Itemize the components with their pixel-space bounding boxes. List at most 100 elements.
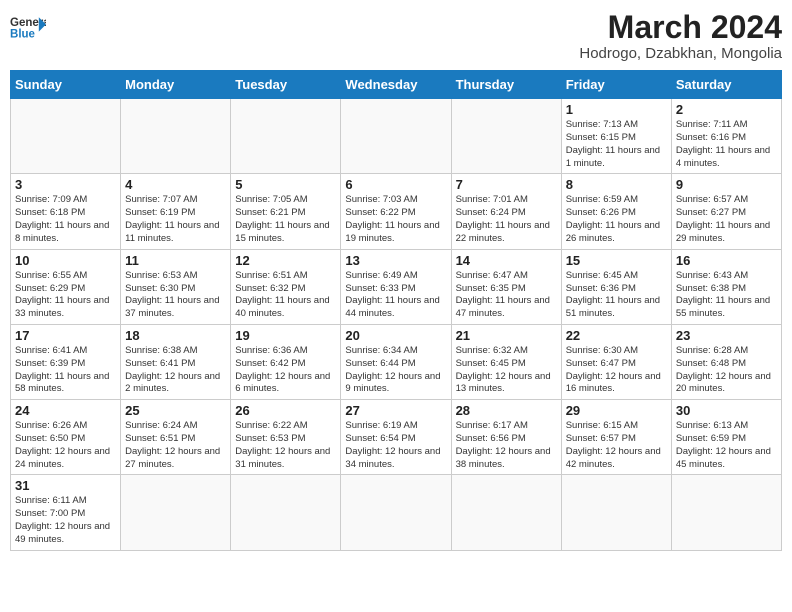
day-cell: [121, 475, 231, 550]
day-info: Sunrise: 6:22 AMSunset: 6:53 PMDaylight:…: [235, 420, 336, 471]
day-info: Sunrise: 6:51 AMSunset: 6:32 PMDaylight:…: [235, 270, 336, 321]
week-row-1: 3Sunrise: 7:09 AMSunset: 6:18 PMDaylight…: [11, 174, 782, 249]
day-cell: 29 Sunrise: 6:15 AMSunset: 6:57 PMDayligh…: [561, 400, 671, 475]
day-info: Sunrise: 7:13 AMSunset: 6:15 PMDaylight:…: [566, 119, 667, 170]
day-cell: 3Sunrise: 7:09 AMSunset: 6:18 PMDaylight…: [11, 174, 121, 249]
day-cell: 30Sunrise: 6:13 AMSunset: 6:59 PMDayligh…: [671, 400, 781, 475]
day-info: Sunrise: 6:55 AMSunset: 6:29 PMDaylight:…: [15, 270, 116, 321]
day-cell: [121, 99, 231, 174]
day-number: 8: [566, 177, 667, 192]
day-cell: 22 Sunrise: 6:30 AMSunset: 6:47 PMDayligh…: [561, 324, 671, 399]
day-cell: 16Sunrise: 6:43 AMSunset: 6:38 PMDayligh…: [671, 249, 781, 324]
day-info: Sunrise: 6:41 AMSunset: 6:39 PMDaylight:…: [15, 345, 116, 396]
calendar: SundayMondayTuesdayWednesdayThursdayFrid…: [10, 70, 782, 551]
day-info: Sunrise: 6:49 AMSunset: 6:33 PMDaylight:…: [345, 270, 446, 321]
day-cell: 20Sunrise: 6:34 AMSunset: 6:44 PMDayligh…: [341, 324, 451, 399]
day-cell: 6 Sunrise: 7:03 AMSunset: 6:22 PMDaylight…: [341, 174, 451, 249]
day-number: 23: [676, 328, 777, 343]
logo: General Blue: [10, 10, 46, 46]
week-row-0: 1 Sunrise: 7:13 AMSunset: 6:15 PMDaylight…: [11, 99, 782, 174]
day-cell: [11, 99, 121, 174]
day-number: 15: [566, 253, 667, 268]
day-header-monday: Monday: [121, 71, 231, 99]
day-number: 29: [566, 403, 667, 418]
day-cell: 8 Sunrise: 6:59 AMSunset: 6:26 PMDaylight…: [561, 174, 671, 249]
day-header-tuesday: Tuesday: [231, 71, 341, 99]
day-info: Sunrise: 7:09 AMSunset: 6:18 PMDaylight:…: [15, 194, 116, 245]
title-area: March 2024 Hodrogo, Dzabkhan, Mongolia: [579, 10, 782, 62]
day-info: Sunrise: 6:32 AMSunset: 6:45 PMDaylight:…: [456, 345, 557, 396]
day-cell: 31 Sunrise: 6:11 AMSunset: 7:00 PMDayligh…: [11, 475, 121, 550]
day-cell: 21 Sunrise: 6:32 AMSunset: 6:45 PMDayligh…: [451, 324, 561, 399]
day-cell: 1 Sunrise: 7:13 AMSunset: 6:15 PMDaylight…: [561, 99, 671, 174]
day-info: Sunrise: 6:11 AMSunset: 7:00 PMDaylight:…: [15, 495, 116, 546]
day-cell: 15 Sunrise: 6:45 AMSunset: 6:36 PMDayligh…: [561, 249, 671, 324]
day-info: Sunrise: 6:47 AMSunset: 6:35 PMDaylight:…: [456, 270, 557, 321]
day-info: Sunrise: 7:01 AMSunset: 6:24 PMDaylight:…: [456, 194, 557, 245]
day-info: Sunrise: 6:36 AMSunset: 6:42 PMDaylight:…: [235, 345, 336, 396]
day-info: Sunrise: 7:11 AMSunset: 6:16 PMDaylight:…: [676, 119, 777, 170]
day-info: Sunrise: 6:17 AMSunset: 6:56 PMDaylight:…: [456, 420, 557, 471]
day-number: 14: [456, 253, 557, 268]
day-cell: 17Sunrise: 6:41 AMSunset: 6:39 PMDayligh…: [11, 324, 121, 399]
day-number: 1: [566, 102, 667, 117]
day-number: 7: [456, 177, 557, 192]
day-number: 28: [456, 403, 557, 418]
header-row: SundayMondayTuesdayWednesdayThursdayFrid…: [11, 71, 782, 99]
day-info: Sunrise: 7:07 AMSunset: 6:19 PMDaylight:…: [125, 194, 226, 245]
day-info: Sunrise: 6:15 AMSunset: 6:57 PMDaylight:…: [566, 420, 667, 471]
day-number: 31: [15, 478, 116, 493]
day-number: 19: [235, 328, 336, 343]
day-info: Sunrise: 6:30 AMSunset: 6:47 PMDaylight:…: [566, 345, 667, 396]
day-cell: 9Sunrise: 6:57 AMSunset: 6:27 PMDaylight…: [671, 174, 781, 249]
month-title: March 2024: [579, 10, 782, 45]
day-number: 25: [125, 403, 226, 418]
day-info: Sunrise: 6:59 AMSunset: 6:26 PMDaylight:…: [566, 194, 667, 245]
day-number: 18: [125, 328, 226, 343]
day-cell: [231, 99, 341, 174]
day-cell: 13Sunrise: 6:49 AMSunset: 6:33 PMDayligh…: [341, 249, 451, 324]
day-number: 22: [566, 328, 667, 343]
day-number: 12: [235, 253, 336, 268]
header: General Blue March 2024 Hodrogo, Dzabkha…: [10, 10, 782, 62]
day-cell: 14 Sunrise: 6:47 AMSunset: 6:35 PMDayligh…: [451, 249, 561, 324]
day-info: Sunrise: 6:28 AMSunset: 6:48 PMDaylight:…: [676, 345, 777, 396]
day-info: Sunrise: 6:26 AMSunset: 6:50 PMDaylight:…: [15, 420, 116, 471]
week-row-2: 10 Sunrise: 6:55 AMSunset: 6:29 PMDayligh…: [11, 249, 782, 324]
day-info: Sunrise: 6:38 AMSunset: 6:41 PMDaylight:…: [125, 345, 226, 396]
day-number: 2: [676, 102, 777, 117]
day-cell: [341, 99, 451, 174]
day-number: 9: [676, 177, 777, 192]
day-cell: 7 Sunrise: 7:01 AMSunset: 6:24 PMDaylight…: [451, 174, 561, 249]
day-header-saturday: Saturday: [671, 71, 781, 99]
day-cell: 12 Sunrise: 6:51 AMSunset: 6:32 PMDayligh…: [231, 249, 341, 324]
day-number: 26: [235, 403, 336, 418]
day-cell: 28 Sunrise: 6:17 AMSunset: 6:56 PMDayligh…: [451, 400, 561, 475]
logo-icon: General Blue: [10, 10, 46, 46]
day-cell: [231, 475, 341, 550]
day-cell: 24Sunrise: 6:26 AMSunset: 6:50 PMDayligh…: [11, 400, 121, 475]
day-header-sunday: Sunday: [11, 71, 121, 99]
day-info: Sunrise: 6:53 AMSunset: 6:30 PMDaylight:…: [125, 270, 226, 321]
day-info: Sunrise: 7:03 AMSunset: 6:22 PMDaylight:…: [345, 194, 446, 245]
day-cell: [561, 475, 671, 550]
day-number: 6: [345, 177, 446, 192]
day-cell: 11 Sunrise: 6:53 AMSunset: 6:30 PMDayligh…: [121, 249, 231, 324]
day-number: 5: [235, 177, 336, 192]
day-info: Sunrise: 6:45 AMSunset: 6:36 PMDaylight:…: [566, 270, 667, 321]
day-cell: 25 Sunrise: 6:24 AMSunset: 6:51 PMDayligh…: [121, 400, 231, 475]
day-info: Sunrise: 6:34 AMSunset: 6:44 PMDaylight:…: [345, 345, 446, 396]
day-info: Sunrise: 6:13 AMSunset: 6:59 PMDaylight:…: [676, 420, 777, 471]
day-number: 10: [15, 253, 116, 268]
day-number: 11: [125, 253, 226, 268]
day-header-thursday: Thursday: [451, 71, 561, 99]
week-row-3: 17Sunrise: 6:41 AMSunset: 6:39 PMDayligh…: [11, 324, 782, 399]
day-cell: [451, 99, 561, 174]
day-info: Sunrise: 6:24 AMSunset: 6:51 PMDaylight:…: [125, 420, 226, 471]
day-number: 21: [456, 328, 557, 343]
day-info: Sunrise: 6:19 AMSunset: 6:54 PMDaylight:…: [345, 420, 446, 471]
day-cell: 19 Sunrise: 6:36 AMSunset: 6:42 PMDayligh…: [231, 324, 341, 399]
day-cell: 23 Sunrise: 6:28 AMSunset: 6:48 PMDayligh…: [671, 324, 781, 399]
day-cell: 18 Sunrise: 6:38 AMSunset: 6:41 PMDayligh…: [121, 324, 231, 399]
day-info: Sunrise: 6:43 AMSunset: 6:38 PMDaylight:…: [676, 270, 777, 321]
